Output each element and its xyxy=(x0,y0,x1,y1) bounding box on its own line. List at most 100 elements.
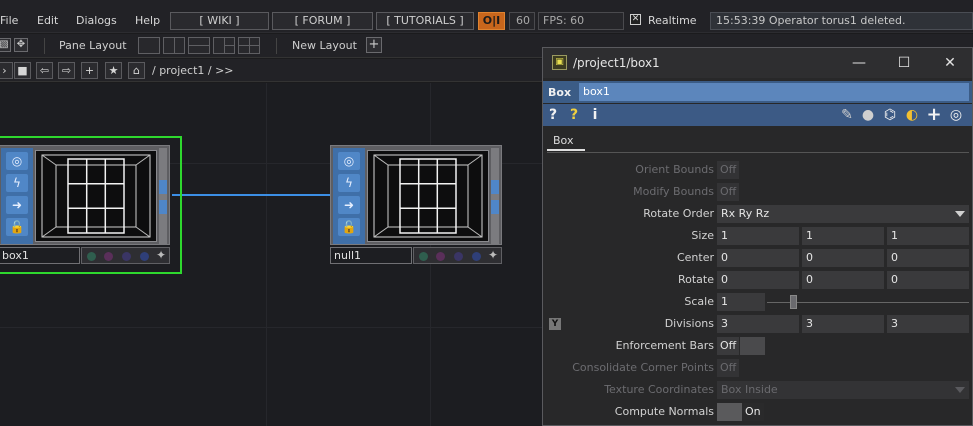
output-connector[interactable] xyxy=(491,180,499,194)
center-z-field[interactable]: 0 xyxy=(887,249,969,267)
menu-dialogs[interactable]: Dialogs xyxy=(76,14,117,27)
size-z-field[interactable]: 1 xyxy=(887,227,969,245)
lock-icon[interactable]: 🔓 xyxy=(338,218,360,236)
tutorials-button[interactable]: [ TUTORIALS ] xyxy=(376,12,474,30)
divisions-y-field[interactable]: 3 xyxy=(802,315,884,333)
pane-split-icon[interactable]: ▧ xyxy=(0,38,11,52)
pane-layout-hsplit-button[interactable] xyxy=(188,37,210,54)
enforcement-bars-toggle[interactable]: Off xyxy=(717,337,739,355)
fps-target-field[interactable]: 60 xyxy=(509,12,535,30)
wiki-button[interactable]: [ WIKI ] xyxy=(170,12,269,30)
compute-normals-toggle[interactable]: On xyxy=(742,403,764,421)
add-custom-param-icon[interactable]: + xyxy=(926,106,942,124)
network-path[interactable]: / project1 / >> xyxy=(152,64,234,77)
scale-slider-handle[interactable] xyxy=(790,295,798,309)
size-y-field[interactable]: 1 xyxy=(802,227,884,245)
lock-icon[interactable]: 🔓 xyxy=(6,218,28,236)
flag-star-icon[interactable]: ✦ xyxy=(488,249,498,262)
texture-coordinates-dropdown[interactable]: Box Inside xyxy=(717,381,969,399)
menu-help[interactable]: Help xyxy=(135,14,160,27)
pane-layout-three-button[interactable] xyxy=(213,37,235,54)
node-body[interactable]: ◎ ϟ ➜ 🔓 xyxy=(0,145,170,245)
flag-viewer-dot[interactable] xyxy=(472,252,481,261)
divisions-flag-icon[interactable]: Y xyxy=(549,318,561,330)
realtime-checkbox[interactable]: ✕ xyxy=(630,14,641,25)
flag-star-icon[interactable]: ✦ xyxy=(156,249,166,262)
size-x-field[interactable]: 1 xyxy=(717,227,799,245)
python-icon[interactable]: ◐ xyxy=(903,106,921,124)
stop-square-icon[interactable]: ■ xyxy=(14,62,31,79)
divisions-x-field[interactable]: 3 xyxy=(717,315,799,333)
prev-arrow-icon[interactable]: ⇦ xyxy=(36,62,53,79)
target-settings-icon[interactable]: ◎ xyxy=(947,106,965,124)
rotate-order-dropdown[interactable]: Rx Ry Rz xyxy=(717,205,969,223)
bypass-arrow-icon[interactable]: ➜ xyxy=(6,196,28,214)
close-icon[interactable]: ✕ xyxy=(941,54,959,72)
node-name-label[interactable]: null1 xyxy=(330,247,412,264)
help-question-icon[interactable]: ? xyxy=(547,106,559,124)
consolidate-toggle[interactable]: Off xyxy=(717,359,739,377)
node-null1[interactable]: ◎ ϟ ➜ 🔓 null1 ✦ xyxy=(330,145,502,265)
cook-lightning-icon[interactable]: ϟ xyxy=(6,174,28,192)
minimize-icon[interactable]: — xyxy=(850,54,868,72)
rotate-y-field[interactable]: 0 xyxy=(802,271,884,289)
cook-lightning-icon[interactable]: ϟ xyxy=(338,174,360,192)
flag-display-dot[interactable] xyxy=(419,252,428,261)
node-viewer-box-preview[interactable] xyxy=(35,150,157,242)
viewer-target-icon[interactable]: ◎ xyxy=(6,152,28,170)
toggle-track[interactable] xyxy=(740,337,765,355)
bypass-arrow-icon[interactable]: ➜ xyxy=(338,196,360,214)
home-icon[interactable]: ⌂ xyxy=(128,62,145,79)
python-help-icon[interactable]: ? xyxy=(565,106,583,124)
output-connector[interactable] xyxy=(159,180,167,194)
back-arrow-icon[interactable]: › xyxy=(0,62,13,79)
flag-display-dot[interactable] xyxy=(87,252,96,261)
center-x-field[interactable]: 0 xyxy=(717,249,799,267)
tab-box[interactable]: Box xyxy=(547,133,585,151)
output-connector[interactable] xyxy=(159,200,167,214)
center-y-field[interactable]: 0 xyxy=(802,249,884,267)
rotate-z-field[interactable]: 0 xyxy=(887,271,969,289)
flag-render-dot[interactable] xyxy=(104,252,113,261)
rotate-x-field[interactable]: 0 xyxy=(717,271,799,289)
menu-edit[interactable]: Edit xyxy=(37,14,58,27)
dialog-titlebar[interactable]: ▣ /project1/box1 — ☐ ✕ xyxy=(543,48,972,78)
flag-viewer-dot[interactable] xyxy=(140,252,149,261)
new-layout-plus-icon[interactable]: + xyxy=(366,37,382,53)
star-icon[interactable]: ★ xyxy=(105,62,122,79)
node-name-label[interactable]: box1 xyxy=(0,247,80,264)
connection-wire[interactable] xyxy=(172,194,340,196)
chevron-down-icon xyxy=(955,387,965,393)
toggle-track[interactable] xyxy=(717,403,742,421)
pane-type-icon[interactable]: ✥ xyxy=(14,38,28,52)
perform-mode-button[interactable]: O|I xyxy=(478,12,505,30)
forum-button[interactable]: [ FORUM ] xyxy=(272,12,373,30)
param-label: Divisions xyxy=(664,317,714,330)
flag-render-dot[interactable] xyxy=(436,252,445,261)
node-body[interactable]: ◎ ϟ ➜ 🔓 xyxy=(330,145,502,245)
pane-layout-vsplit-button[interactable] xyxy=(163,37,185,54)
info-icon[interactable]: i xyxy=(589,106,601,124)
menu-file[interactable]: File xyxy=(0,14,18,27)
pane-layout-single-button[interactable] xyxy=(138,37,160,54)
divisions-z-field[interactable]: 3 xyxy=(887,315,969,333)
output-connector[interactable] xyxy=(491,200,499,214)
node-viewer-box-preview[interactable] xyxy=(367,150,489,242)
add-plus-icon[interactable]: + xyxy=(81,62,98,79)
compare-icon[interactable]: ⌬ xyxy=(881,106,899,124)
pane-layout-quad-button[interactable] xyxy=(238,37,260,54)
viewer-target-icon[interactable]: ◎ xyxy=(338,152,360,170)
modify-bounds-toggle[interactable]: Off xyxy=(717,183,739,201)
flag-template-dot[interactable] xyxy=(122,252,131,261)
comment-bubble-icon[interactable]: ● xyxy=(859,106,877,124)
grid-line xyxy=(266,83,267,426)
node-box1[interactable]: ◎ ϟ ➜ 🔓 box1 ✦ xyxy=(0,145,170,265)
dropdown-value: Rx Ry Rz xyxy=(721,207,770,220)
next-arrow-icon[interactable]: ⇨ xyxy=(58,62,75,79)
operator-name-field[interactable]: box1 xyxy=(579,83,969,101)
orient-bounds-toggle[interactable]: Off xyxy=(717,161,739,179)
comment-pencil-icon[interactable]: ✎ xyxy=(839,106,855,124)
flag-template-dot[interactable] xyxy=(454,252,463,261)
maximize-icon[interactable]: ☐ xyxy=(895,54,913,72)
scale-field[interactable]: 1 xyxy=(717,293,765,311)
